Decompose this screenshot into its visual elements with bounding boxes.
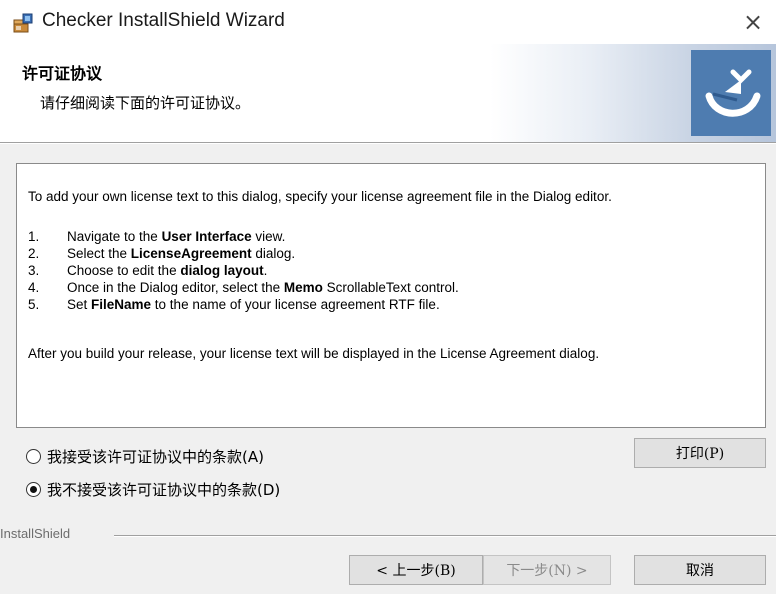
license-steps: 1. Navigate to the User Interface view. 2… (28, 228, 459, 313)
installshield-brand: InstallShield (0, 526, 71, 541)
installer-box-icon (13, 13, 33, 33)
page-subtitle: 请仔细阅读下面的许可证协议。 (40, 94, 251, 112)
accept-option[interactable]: 我接受该许可证协议中的条款(A) (26, 446, 264, 467)
license-text-box[interactable]: To add your own license text to this dia… (16, 163, 766, 428)
license-intro: To add your own license text to this dia… (28, 189, 612, 204)
window-title: Checker InstallShield Wizard (42, 10, 285, 31)
list-item: 4. Once in the Dialog editor, select the … (28, 280, 459, 295)
list-item: 2. Select the LicenseAgreement dialog. (28, 246, 296, 261)
back-button[interactable]: < 上一步(B) (349, 555, 483, 585)
page-title: 许可证协议 (22, 64, 103, 83)
wizard-header: 许可证协议 请仔细阅读下面的许可证协议。 (0, 44, 776, 142)
decline-radio[interactable] (26, 482, 41, 497)
list-item: 3. Choose to edit the dialog layout. (28, 263, 268, 278)
decline-label: 我不接受该许可证协议中的条款(D) (47, 481, 281, 499)
installer-window: Checker InstallShield Wizard × 许可证协议 请仔细… (0, 0, 776, 594)
accept-label: 我接受该许可证协议中的条款(A) (47, 448, 264, 466)
installshield-logo-icon (691, 50, 771, 136)
accept-radio[interactable] (26, 449, 41, 464)
list-item: 5. Set FileName to the name of your licen… (28, 297, 440, 312)
close-icon: × (742, 8, 764, 36)
close-button[interactable]: × (730, 0, 776, 44)
list-item: 1. Navigate to the User Interface view. (28, 229, 286, 244)
license-outro: After you build your release, your licen… (28, 346, 600, 361)
title-bar: Checker InstallShield Wizard × (0, 0, 776, 44)
cancel-button[interactable]: 取消 (634, 555, 766, 585)
next-button[interactable]: 下一步(N) > (483, 555, 611, 585)
print-button[interactable]: 打印(P) (634, 438, 766, 468)
decline-option[interactable]: 我不接受该许可证协议中的条款(D) (26, 479, 280, 500)
